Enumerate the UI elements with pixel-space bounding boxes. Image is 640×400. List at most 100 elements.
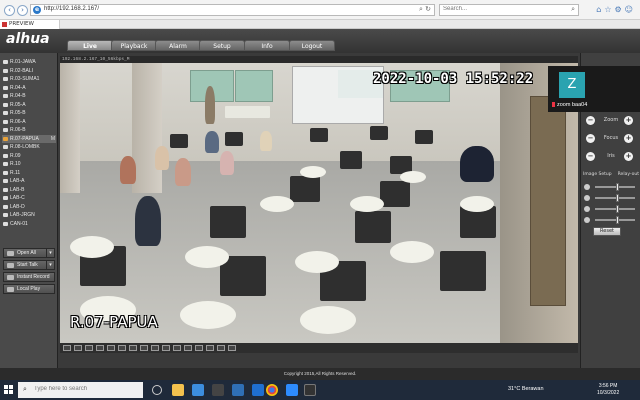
refresh-icon[interactable]: ⌕ ↻ xyxy=(419,5,431,14)
split-16-icon[interactable] xyxy=(96,345,104,351)
zoom-plus-button[interactable]: + xyxy=(624,116,633,125)
tab-info[interactable]: Info xyxy=(244,40,290,51)
channel-item[interactable]: CAN-01 xyxy=(2,220,56,229)
taskbar-search[interactable]: ⌕ xyxy=(18,382,143,398)
dropdown-icon[interactable]: ▾ xyxy=(46,249,54,257)
tab-alarm[interactable]: Alarm xyxy=(155,40,201,51)
split-4-icon[interactable] xyxy=(74,345,82,351)
snapshot-icon[interactable] xyxy=(140,345,148,351)
channel-item[interactable]: R.07-PAPUA M xyxy=(2,134,56,143)
iris-minus-button[interactable]: − xyxy=(586,152,595,161)
slider-knob[interactable] xyxy=(615,194,619,202)
windows-start-icon[interactable] xyxy=(4,385,14,395)
tab-logout[interactable]: Logout xyxy=(289,40,335,51)
mail-icon[interactable] xyxy=(232,384,244,396)
slider-knob[interactable] xyxy=(615,183,619,191)
system-clock[interactable]: 3:56 PM 10/3/2022 xyxy=(597,383,619,397)
browser-search-input[interactable] xyxy=(443,6,563,12)
hue-slider[interactable] xyxy=(584,216,638,224)
slider-knob[interactable] xyxy=(615,205,619,213)
channel-item[interactable]: LAB-A xyxy=(2,177,56,186)
contrast-slider[interactable] xyxy=(584,194,638,202)
reset-button[interactable]: Reset xyxy=(593,227,621,236)
file-explorer-icon[interactable] xyxy=(172,384,184,396)
channel-item[interactable]: R.06-A xyxy=(2,118,56,127)
search-icon[interactable]: ⌕ xyxy=(571,5,575,14)
fullscreen-icon[interactable] xyxy=(107,345,115,351)
address-url[interactable]: http://192.168.2.167/ xyxy=(44,6,99,12)
zoom-minus-button[interactable]: − xyxy=(586,116,595,125)
fluency-icon[interactable] xyxy=(129,345,137,351)
start-talk-button[interactable]: Start Talk ▾ xyxy=(3,260,55,270)
close-all-icon[interactable] xyxy=(195,345,203,351)
channel-item[interactable]: R.01-JAWA xyxy=(2,58,56,67)
instant-record-button[interactable]: Instant Record xyxy=(3,272,55,282)
back-button[interactable]: ‹ xyxy=(4,5,15,16)
relay-out-tab[interactable]: Relay-out xyxy=(618,171,639,179)
browser-tab[interactable]: PREVIEW xyxy=(0,20,60,29)
chrome-icon[interactable] xyxy=(266,384,278,396)
dropdown-icon[interactable]: ▾ xyxy=(46,261,54,269)
video-timestamp: 2022-10-03 15:52:22 xyxy=(373,71,534,87)
zoom-overlay[interactable]: Z zoom baa04 xyxy=(548,66,640,112)
talk-icon[interactable] xyxy=(184,345,192,351)
next-icon[interactable] xyxy=(217,345,225,351)
zoom-icon[interactable] xyxy=(162,345,170,351)
store-icon[interactable] xyxy=(212,384,224,396)
video-feed[interactable]: 2022-10-03 15:52:22 R.07-PAPUA xyxy=(60,56,578,343)
channel-item[interactable]: R.05-A xyxy=(2,101,56,110)
taskbar-search-input[interactable] xyxy=(34,386,139,392)
ratio-icon[interactable] xyxy=(118,345,126,351)
channel-item[interactable]: R.04-A xyxy=(2,84,56,93)
channel-label: R.06-B xyxy=(10,127,26,133)
edge-icon[interactable] xyxy=(192,384,204,396)
weather-widget[interactable]: 31°C Berawan xyxy=(508,386,544,392)
zoom-app-icon[interactable] xyxy=(286,384,298,396)
channel-item[interactable]: LAB-C xyxy=(2,194,56,203)
task-view-icon[interactable] xyxy=(152,385,162,395)
channel-item[interactable]: R.05-B xyxy=(2,109,56,118)
tab-live[interactable]: Live xyxy=(67,40,113,51)
audio-icon[interactable] xyxy=(173,345,181,351)
iris-plus-button[interactable]: + xyxy=(624,152,633,161)
address-bar[interactable]: e http://192.168.2.167/ ⌕ ↻ xyxy=(30,4,435,16)
channel-item[interactable]: R.09 xyxy=(2,152,56,161)
terminal-icon[interactable] xyxy=(304,384,316,396)
channel-label: LAB-C xyxy=(10,195,25,201)
browser-search[interactable]: ⌕ xyxy=(439,4,579,16)
tab-playback[interactable]: Playback xyxy=(111,40,157,51)
channel-item[interactable]: R.02-BALI xyxy=(2,67,56,76)
person xyxy=(205,131,219,153)
channel-item[interactable]: R.03-SUMA1 xyxy=(2,75,56,84)
channel-item[interactable]: R.08-LOMBK xyxy=(2,143,56,152)
local-play-button[interactable]: Local Play xyxy=(3,284,55,294)
split-9-icon[interactable] xyxy=(85,345,93,351)
saturation-slider[interactable] xyxy=(584,205,638,213)
record-icon[interactable] xyxy=(151,345,159,351)
camera-icon xyxy=(3,68,8,73)
slider-knob[interactable] xyxy=(615,216,619,224)
focus-plus-button[interactable]: + xyxy=(624,134,633,143)
iris-control: − Iris + xyxy=(584,151,638,162)
image-setup-tab[interactable]: Image Setup xyxy=(583,171,612,179)
channel-item[interactable]: R.04-B xyxy=(2,92,56,101)
channel-item[interactable]: R.11 xyxy=(2,169,56,178)
split-1-icon[interactable] xyxy=(63,345,71,351)
app-header: alhua Live Playback Alarm Setup Info Log… xyxy=(0,29,640,53)
settings-icon[interactable] xyxy=(228,345,236,351)
forward-button[interactable]: › xyxy=(17,5,28,16)
ie-taskbar-icon[interactable] xyxy=(252,384,264,396)
channel-item[interactable]: R.06-B xyxy=(2,126,56,135)
channel-item[interactable]: R.10 xyxy=(2,160,56,169)
brightness-slider[interactable] xyxy=(584,183,638,191)
channel-item[interactable]: LAB-B xyxy=(2,186,56,195)
channel-item[interactable]: LAB-JRGN xyxy=(2,211,56,220)
browser-icons[interactable]: ⌂☆⚙☺ xyxy=(596,5,636,14)
prev-icon[interactable] xyxy=(206,345,214,351)
teacher-desk xyxy=(225,106,270,118)
channel-label: R.10 xyxy=(10,161,21,167)
focus-minus-button[interactable]: − xyxy=(586,134,595,143)
tab-setup[interactable]: Setup xyxy=(199,40,245,51)
channel-item[interactable]: LAB-D xyxy=(2,203,56,212)
open-all-button[interactable]: Open All ▾ xyxy=(3,248,55,258)
